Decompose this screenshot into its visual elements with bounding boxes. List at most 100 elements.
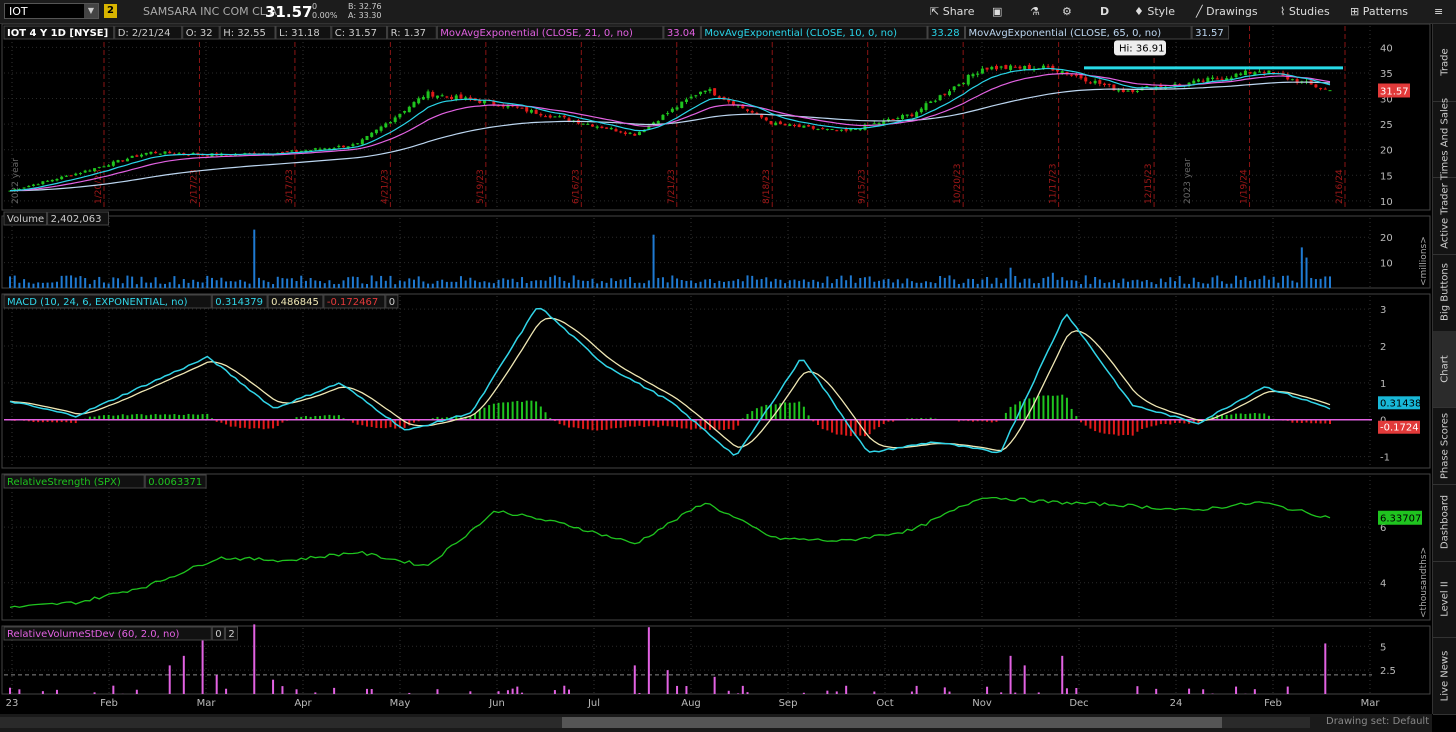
drawings-button[interactable]: ╱ Drawings [1196,3,1258,20]
candle-body [948,91,952,96]
snapshot-icon[interactable]: ▣ [992,3,1002,20]
volume-bar [84,278,87,288]
candle-body [445,96,449,98]
volume-bar [37,282,40,288]
scrollbar-thumb[interactable] [562,717,1222,728]
side-tab-label: Level II [1439,581,1451,617]
rvsd-bar [568,689,571,694]
rvsd-bar [1286,686,1289,694]
candle-body [797,124,801,128]
macd-diff-bar [657,419,660,428]
volume-bar [685,280,688,288]
candle-body [1248,71,1252,74]
candle-body [1243,70,1247,76]
side-tab-label: Active Trader [1439,182,1451,249]
volume-bar [708,279,711,288]
macd-diff-bar [568,419,571,428]
macd-diff-bar [1014,404,1017,420]
studies-icon: ⌇ [1280,5,1289,18]
earnings-date-label: 2/17/23 [189,169,199,204]
candle-body [144,152,148,155]
header-text: D: 2/21/24 [118,28,171,39]
side-tab-dashboard[interactable]: Dashboard [1433,484,1456,562]
volume-bar [779,279,782,288]
candle-body [680,101,684,108]
macd-diff-bar [154,414,157,420]
macd-diff-bar [267,419,270,429]
candle-body [398,113,402,118]
side-tab-phase-scores[interactable]: Phase Scores [1433,407,1456,485]
link-badge[interactable]: 2 [104,4,117,18]
macd-diff-bar [1145,419,1148,428]
volume-bar [948,275,951,288]
header-text: MovAvgExponential (CLOSE, 10, 0, no) [704,28,897,39]
volume-bar [962,282,965,288]
gear-icon[interactable]: ⚙ [1062,3,1072,20]
candle-body [628,132,632,134]
candle-body [901,115,905,120]
x-tick-label: Feb [100,698,118,709]
header-text: C: 31.57 [335,28,377,39]
side-tab-live-news[interactable]: Live News [1433,637,1456,715]
rvsd-bar [1253,689,1256,694]
macd-diff-bar [727,419,730,430]
volume-bar [1023,278,1026,288]
volume-bar [577,279,580,288]
volume-bar [1070,280,1073,288]
y-tick-label: 35 [1380,69,1393,80]
side-tab-label: Times And Sales [1439,97,1451,181]
volume-bar [1282,275,1285,288]
macd-diff-bar [389,419,392,428]
candle-body [1098,80,1102,84]
candle-body [450,96,454,99]
volume-bar [375,281,378,288]
candle-body [69,175,73,177]
studies-button[interactable]: ⌇ Studies [1280,3,1330,20]
side-tab-times-and-sales[interactable]: Times And Sales [1433,97,1456,181]
candle-body [158,153,162,155]
volume-bar [647,280,650,288]
candle-body [403,111,407,113]
macd-diff-bar [586,419,589,430]
flask-icon[interactable]: ⚗ [1030,3,1040,20]
macd-diff-bar [1098,419,1101,433]
share-button[interactable]: ⇱ Share [930,3,974,20]
rvsd-bar [281,686,284,694]
candle-body [689,96,693,99]
candle-body [31,184,35,186]
period-button[interactable]: D [1100,3,1109,20]
macd-diff-bar [826,419,829,431]
volume-bar [295,280,298,288]
rvsd-bar [835,691,838,694]
menu-icon[interactable]: ≡ [1434,3,1443,20]
volume-bar [699,281,702,288]
volume-bar [638,282,641,288]
candle-body [412,102,416,108]
volume-bar [845,280,848,288]
volume-bar [591,278,594,288]
volume-bar [1042,278,1045,288]
symbol-dropdown-icon[interactable]: ▼ [84,4,98,18]
candle-body [708,89,712,91]
side-tab-active-trader[interactable]: Active Trader [1433,177,1456,255]
side-tab-trade[interactable]: Trade [1433,24,1456,102]
header-text: 0 [215,629,221,640]
macd-diff-bar [610,419,613,429]
side-tab-big-buttons[interactable]: Big Buttons [1433,254,1456,332]
macd-diff-bar [596,419,599,431]
side-tab-chart[interactable]: Chart [1433,330,1456,409]
pane-vol [1,215,1431,289]
candle-body [83,170,87,173]
candle-body [562,115,566,118]
candle-body [121,160,125,162]
chart-area[interactable]: 1/20/23 2/17/23 3/17/23 4/21/23 5/19/23 6/16/… [0,24,1432,714]
volume-bar [920,282,923,288]
macd-diff-bar [1042,395,1045,420]
side-tab-level-ii[interactable]: Level II [1433,561,1456,639]
macd-diff-bar [1122,419,1125,436]
candle-body [1239,73,1243,75]
patterns-button[interactable]: ⊞ Patterns [1350,3,1408,20]
candle-body [905,114,909,116]
style-button[interactable]: ♦ Style [1134,3,1175,20]
volume-bar [939,275,942,288]
